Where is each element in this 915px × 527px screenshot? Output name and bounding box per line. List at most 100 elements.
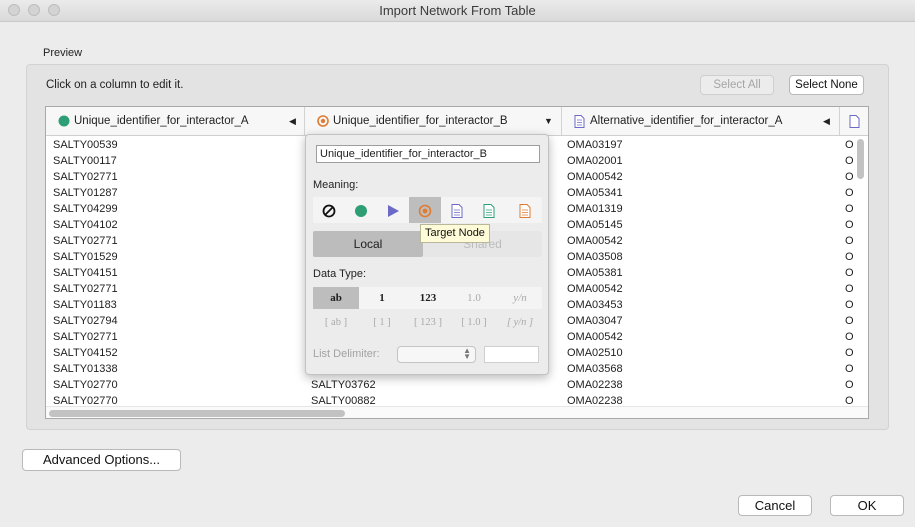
table-cell[interactable]: SALTY02770 — [53, 377, 298, 393]
table-cell[interactable]: OMA05341 — [567, 185, 827, 201]
table-cell[interactable]: OMA03047 — [567, 313, 827, 329]
column-header-d[interactable] — [840, 107, 868, 135]
advanced-options-button[interactable]: Advanced Options... — [22, 449, 181, 471]
table-cell[interactable]: O — [845, 233, 855, 249]
table-cell[interactable]: OMA00542 — [567, 329, 827, 345]
data-type-label: Data Type: — [313, 268, 366, 280]
type-boolean-button[interactable]: y/n — [497, 287, 543, 309]
table-cell[interactable]: O — [845, 169, 855, 185]
target-attribute-icon — [519, 203, 531, 218]
column-c-menu-arrow-icon[interactable]: ◀ — [823, 116, 830, 127]
table-cell[interactable]: SALTY02771 — [53, 329, 298, 345]
select-all-button[interactable]: Select All — [700, 75, 774, 95]
table-cell[interactable]: SALTY02771 — [53, 281, 298, 297]
list-delimiter-select[interactable]: ▲ ▼ — [397, 346, 476, 363]
select-none-button[interactable]: Select None — [789, 75, 864, 95]
table-cell[interactable]: O — [845, 265, 855, 281]
target-node-button[interactable] — [409, 197, 441, 223]
edge-attribute-button[interactable] — [441, 197, 473, 223]
table-cell[interactable]: OMA02238 — [567, 377, 827, 393]
updown-chevron-icon: ▲ ▼ — [463, 346, 471, 361]
target-attribute-button[interactable] — [509, 197, 541, 223]
table-cell[interactable]: O — [845, 361, 855, 377]
column-name-input[interactable]: Unique_identifier_for_interactor_B — [316, 145, 540, 163]
type-integer-button[interactable]: 1 — [359, 287, 405, 309]
type-boolean-list-button[interactable]: [ y/n ] — [497, 313, 543, 333]
table-cell[interactable]: OMA01319 — [567, 201, 827, 217]
table-cell[interactable]: SALTY04151 — [53, 265, 298, 281]
table-cell[interactable]: OMA00542 — [567, 169, 827, 185]
source-node-button[interactable] — [345, 197, 377, 223]
table-cell[interactable]: O — [845, 377, 855, 393]
column-header-b[interactable]: Unique_identifier_for_interactor_B ▼ — [305, 107, 562, 135]
type-string-button[interactable]: ab — [313, 287, 359, 309]
table-cell[interactable]: SALTY04102 — [53, 217, 298, 233]
table-cell[interactable]: O — [845, 297, 855, 313]
type-double-list-button[interactable]: [ 1.0 ] — [451, 313, 497, 333]
preview-label: Preview — [43, 47, 83, 59]
target-node-icon — [418, 204, 432, 218]
table-cell[interactable]: O — [845, 249, 855, 265]
meaning-toolbar — [313, 197, 542, 223]
table-cell[interactable]: OMA02001 — [567, 153, 827, 169]
type-double-button[interactable]: 1.0 — [451, 287, 497, 309]
table-cell[interactable]: SALTY04299 — [53, 201, 298, 217]
table-cell[interactable]: SALTY02771 — [53, 169, 298, 185]
table-cell[interactable]: SALTY02794 — [53, 313, 298, 329]
table-cell[interactable]: SALTY01183 — [53, 297, 298, 313]
table-cell[interactable]: OMA03508 — [567, 249, 827, 265]
table-cell[interactable]: O — [845, 201, 855, 217]
edge-attribute-icon — [451, 203, 463, 218]
cancel-button[interactable]: Cancel — [738, 495, 812, 516]
table-cell[interactable]: SALTY00117 — [53, 153, 298, 169]
table-cell[interactable]: O — [845, 329, 855, 345]
column-c-values: OMA03197 OMA02001 OMA00542 OMA05341 OMA0… — [567, 137, 827, 409]
table-cell[interactable]: SALTY01287 — [53, 185, 298, 201]
column-header-c[interactable]: Alternative_identifier_for_interactor_A … — [562, 107, 840, 135]
horizontal-scrollbar-thumb[interactable] — [49, 410, 345, 417]
table-cell[interactable]: OMA00542 — [567, 233, 827, 249]
interaction-button[interactable] — [377, 197, 409, 223]
table-cell[interactable]: OMA05145 — [567, 217, 827, 233]
meaning-label: Meaning: — [313, 179, 359, 191]
table-cell[interactable]: SALTY00539 — [53, 137, 298, 153]
type-string-list-button[interactable]: [ ab ] — [313, 313, 359, 333]
type-long-list-button[interactable]: [ 123 ] — [405, 313, 451, 333]
list-delimiter-label: List Delimiter: — [313, 348, 380, 360]
table-cell[interactable]: SALTY01338 — [53, 361, 298, 377]
column-header-a[interactable]: Unique_identifier_for_interactor_A ◀ — [46, 107, 305, 135]
table-cell[interactable]: O — [845, 313, 855, 329]
table-cell[interactable]: OMA05381 — [567, 265, 827, 281]
table-cell[interactable]: SALTY01529 — [53, 249, 298, 265]
type-long-button[interactable]: 123 — [405, 287, 451, 309]
horizontal-scrollbar[interactable] — [46, 406, 868, 418]
source-attribute-button[interactable] — [473, 197, 505, 223]
table-cell[interactable]: OMA03197 — [567, 137, 827, 153]
column-b-dropdown-arrow-icon[interactable]: ▼ — [544, 116, 553, 126]
table-header: Unique_identifier_for_interactor_A ◀ Uni… — [46, 107, 868, 136]
table-cell[interactable]: O — [845, 281, 855, 297]
table-cell[interactable]: O — [845, 345, 855, 361]
table-cell[interactable]: O — [845, 217, 855, 233]
table-cell[interactable]: OMA03453 — [567, 297, 827, 313]
ok-button[interactable]: OK — [830, 495, 904, 516]
table-cell[interactable]: O — [845, 153, 855, 169]
list-delimiter-input[interactable] — [484, 346, 539, 363]
table-cell[interactable]: O — [845, 185, 855, 201]
table-cell[interactable]: OMA02510 — [567, 345, 827, 361]
vertical-scrollbar-thumb[interactable] — [857, 139, 864, 179]
table-cell[interactable]: SALTY03762 — [311, 377, 511, 393]
table-cell[interactable]: O — [845, 137, 855, 153]
type-integer-list-button[interactable]: [ 1 ] — [359, 313, 405, 333]
source-attribute-icon — [483, 203, 495, 218]
no-meaning-button[interactable] — [313, 197, 345, 223]
column-d-values: O O O O O O O O O O O O O O O O O — [845, 137, 855, 409]
table-cell[interactable]: OMA00542 — [567, 281, 827, 297]
source-node-icon — [355, 204, 367, 217]
table-cell[interactable]: SALTY02771 — [53, 233, 298, 249]
table-cell[interactable]: OMA03568 — [567, 361, 827, 377]
target-node-tooltip: Target Node — [420, 224, 490, 243]
table-cell[interactable]: SALTY04152 — [53, 345, 298, 361]
local-toggle-button[interactable]: Local — [313, 231, 423, 257]
column-a-menu-arrow-icon[interactable]: ◀ — [289, 116, 296, 127]
